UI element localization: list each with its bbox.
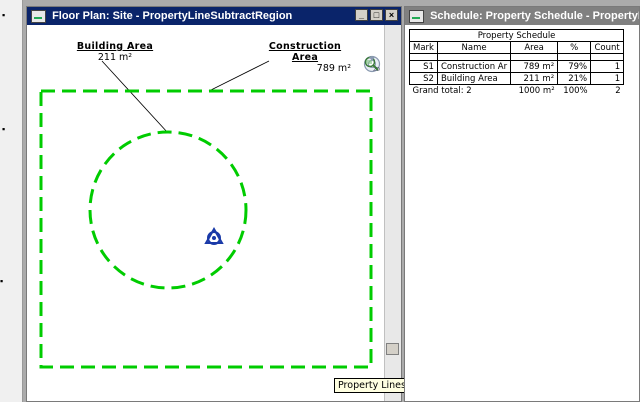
schedule-window[interactable]: Schedule: Property Schedule - PropertyLi… <box>404 6 640 402</box>
tree-expander[interactable]: ▪ <box>0 276 3 286</box>
grand-total-area: 1000 m² <box>518 85 555 96</box>
construction-area-tag[interactable]: Construction Area 789 m² <box>255 41 355 74</box>
schedule-titlebar[interactable]: Schedule: Property Schedule - PropertyLi… <box>405 7 639 25</box>
building-area-tag[interactable]: Building Area 211 m² <box>75 41 155 63</box>
column-header-name[interactable]: Name <box>436 41 512 54</box>
building-area-leader <box>101 60 169 134</box>
vertical-scrollbar[interactable] <box>384 25 401 401</box>
building-area-tag-value: 211 m² <box>97 52 133 63</box>
navbar-dropdown-icon[interactable] <box>363 55 381 63</box>
cell-count[interactable]: 1 <box>590 60 625 73</box>
floor-plan-titlebar[interactable]: Floor Plan: Site - PropertyLineSubtractR… <box>27 7 401 25</box>
cell-name[interactable]: Building Area <box>436 72 512 85</box>
cell-area[interactable]: 211 m² <box>510 72 559 85</box>
tree-expander[interactable]: ▪ <box>2 10 5 20</box>
maximize-button[interactable]: □ <box>370 9 383 21</box>
site-drawing <box>39 60 373 369</box>
cell-percent[interactable]: 79% <box>557 60 592 73</box>
scrollbar-thumb[interactable] <box>386 343 399 355</box>
cell-area[interactable]: 789 m² <box>510 60 559 73</box>
minimize-button[interactable]: _ <box>355 9 368 21</box>
cell-mark[interactable]: S2 <box>409 72 438 85</box>
property-line-boundary[interactable] <box>39 89 373 369</box>
property-schedule-table[interactable]: Property Schedule Mark Name Area % Count… <box>408 29 625 97</box>
construction-area-tag-value: 789 m² <box>316 63 351 74</box>
cell-percent[interactable]: 21% <box>557 72 592 85</box>
table-row[interactable]: S2 Building Area 211 m² 21% 1 <box>409 72 625 85</box>
tree-expander[interactable]: ▪ <box>2 124 5 134</box>
column-header-percent[interactable]: % <box>557 41 592 54</box>
floor-plan-window[interactable]: Floor Plan: Site - PropertyLineSubtractR… <box>26 6 402 402</box>
grand-total-percent: 100% <box>563 85 588 96</box>
close-button[interactable]: × <box>385 9 398 21</box>
building-area-tag-title: Building Area <box>76 41 154 52</box>
cell-name[interactable]: Construction Ar <box>436 60 512 73</box>
column-header-area[interactable]: Area <box>510 41 559 54</box>
cell-count[interactable]: 1 <box>590 72 625 85</box>
schedule-body: Property Schedule Mark Name Area % Count… <box>405 25 639 401</box>
cell-mark[interactable]: S1 <box>409 60 438 73</box>
revit-app-icon <box>31 10 46 23</box>
building-area-boundary[interactable] <box>88 130 248 290</box>
grand-total-count: 2 <box>615 85 621 96</box>
revit-app-icon <box>409 10 424 23</box>
drawing-canvas[interactable]: Building Area 211 m² Construction Area 7… <box>27 25 385 401</box>
column-header-mark[interactable]: Mark <box>409 41 438 54</box>
column-header-count[interactable]: Count <box>590 41 625 54</box>
floor-plan-title: Floor Plan: Site - PropertyLineSubtractR… <box>52 10 293 22</box>
schedule-title: Schedule: Property Schedule - PropertyLi… <box>430 10 639 22</box>
project-browser-panel: ▪ ▪ ▪ <box>0 0 23 402</box>
grand-total-row: Grand total: 2 1000 m² 100% 2 <box>410 85 624 97</box>
schedule-table-title: Property Schedule <box>408 29 625 42</box>
project-base-point-icon[interactable] <box>204 226 224 245</box>
table-row[interactable]: S1 Construction Ar 789 m² 79% 1 <box>409 60 625 73</box>
grand-total-label: Grand total: 2 <box>412 85 472 96</box>
construction-area-tag-title: Construction Area <box>268 41 342 63</box>
